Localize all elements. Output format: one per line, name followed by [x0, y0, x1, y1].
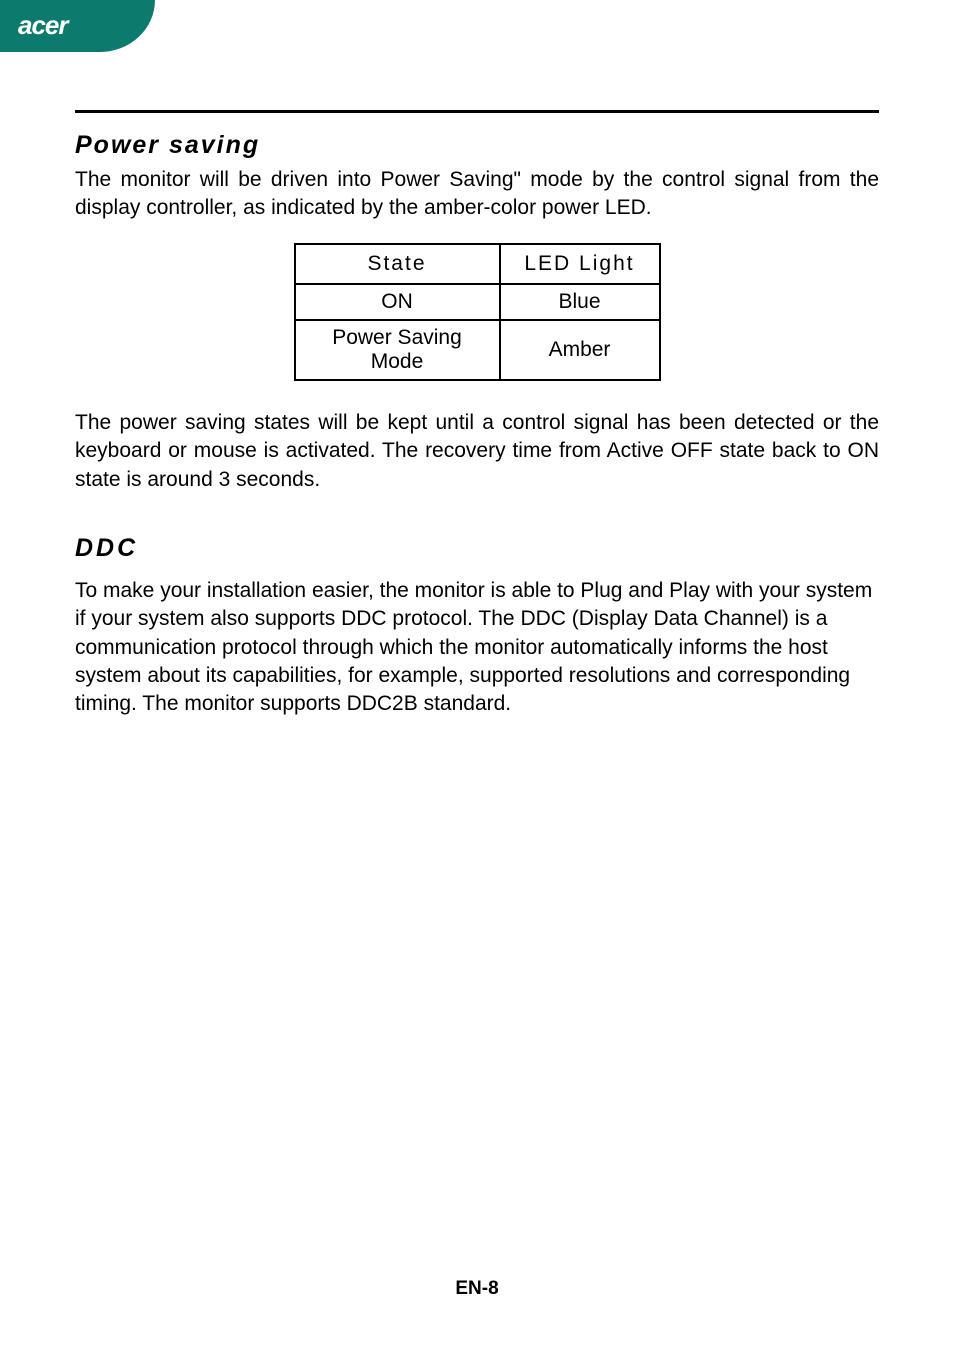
ddc-paragraph: To make your installation easier, the mo…: [75, 577, 879, 719]
table-cell-state: ON: [295, 284, 500, 320]
table-cell-state: Power Saving Mode: [295, 320, 500, 380]
svg-text:acer: acer: [18, 12, 70, 40]
table-header-row: State LED Light: [295, 244, 660, 284]
table-cell-led: Blue: [500, 284, 660, 320]
led-state-table: State LED Light ON Blue Power Saving Mod…: [294, 243, 661, 381]
page-number: EN-8: [0, 1278, 954, 1300]
ddc-heading: DDC: [75, 534, 879, 563]
table-cell-led: Amber: [500, 320, 660, 380]
table-row: ON Blue: [295, 284, 660, 320]
power-saving-intro-paragraph: The monitor will be driven into Power Sa…: [75, 166, 879, 223]
table-header-state: State: [295, 244, 500, 284]
table-header-led: LED Light: [500, 244, 660, 284]
acer-logo-icon: acer: [18, 12, 108, 40]
power-saving-detail-paragraph: The power saving states will be kept unt…: [75, 409, 879, 494]
table-row: Power Saving Mode Amber: [295, 320, 660, 380]
top-divider: [75, 110, 879, 113]
page-content: Power saving The monitor will be driven …: [0, 0, 954, 719]
power-saving-heading: Power saving: [75, 131, 879, 160]
